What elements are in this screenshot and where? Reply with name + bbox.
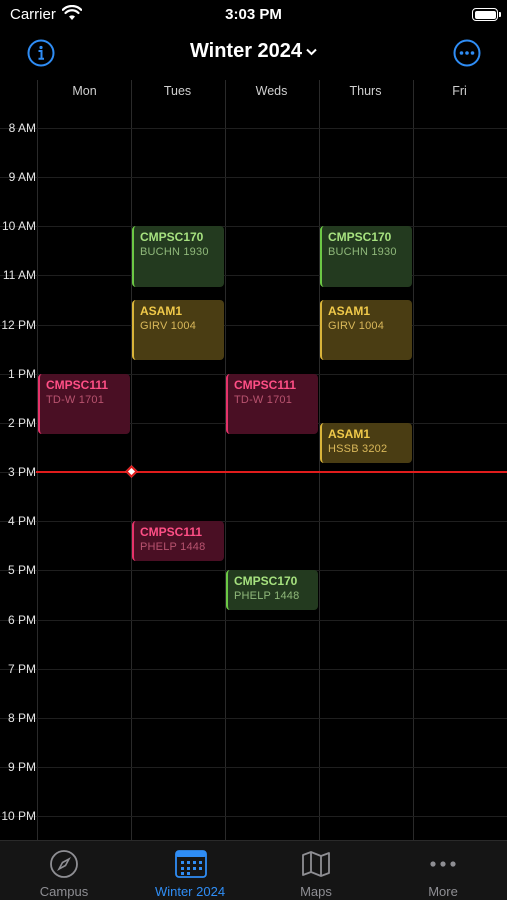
hour-line [0, 619, 507, 621]
hour-label: 2 PM [7, 415, 36, 430]
tab-label: More [428, 884, 458, 899]
schedule-grid[interactable]: 8 AM 9 AM 10 AM 11 AM 12 PM 1 PM 2 PM 3 PM 4 PM 5… [0, 80, 507, 840]
hour-label: 9 AM [8, 170, 36, 185]
status-bar: Carrier 3:03 PM [0, 0, 507, 30]
hour-label: 6 PM [7, 612, 36, 627]
hour-label: 8 PM [7, 710, 36, 725]
day-label: Thurs [349, 84, 382, 98]
column-divider [37, 80, 38, 840]
hour-line [0, 275, 507, 277]
term-selector[interactable]: Winter 2024 [0, 40, 507, 63]
day-label: Mon [72, 84, 97, 98]
ellipsis-icon [430, 861, 456, 867]
event-location: PHELP 1448 [234, 590, 300, 603]
event-title: ASAM1 [140, 304, 183, 319]
page-title: Winter 2024 [189, 40, 303, 62]
hour-label: 7 PM [7, 661, 36, 676]
chevron-down-icon [306, 48, 317, 56]
event-title: CMPSC111 [140, 525, 203, 540]
tab-campus[interactable]: Campus [1, 841, 127, 900]
event-title: ASAM1 [328, 426, 371, 441]
day-label: Fri [452, 84, 467, 98]
hour-line [0, 128, 507, 129]
class-event[interactable]: CMPSC170 BUCHN 1930 [132, 226, 224, 287]
event-location: HSSB 3202 [328, 442, 388, 455]
hour-label: 10 PM [1, 809, 36, 824]
event-title: CMPSC170 [234, 574, 298, 589]
calendar-icon [175, 850, 207, 878]
clock: 3:03 PM [225, 6, 282, 23]
current-time-marker [125, 465, 138, 478]
class-event[interactable]: CMPSC111 TD-W 1701 [226, 373, 318, 435]
map-icon [302, 851, 330, 877]
hour-label: 11 AM [2, 268, 36, 283]
class-event[interactable]: CMPSC111 PHELP 1448 [132, 521, 224, 562]
class-event[interactable]: ASAM1 HSSB 3202 [320, 422, 412, 463]
event-title: CMPSC170 [140, 230, 204, 245]
tab-schedule[interactable]: Winter 2024 [127, 841, 253, 900]
event-title: ASAM1 [328, 304, 371, 319]
hour-line [0, 766, 507, 768]
hour-label: 10 AM [1, 219, 36, 234]
tab-label: Winter 2024 [154, 884, 226, 899]
tab-label: Campus [39, 884, 89, 899]
compass-icon [50, 850, 78, 878]
event-location: TD-W 1701 [234, 393, 293, 406]
column-divider [131, 80, 132, 840]
hour-line [0, 226, 507, 228]
ellipsis-circle-icon[interactable] [453, 39, 481, 67]
day-label: Weds [255, 84, 288, 98]
hour-line [0, 717, 507, 719]
class-event[interactable]: CMPSC170 PHELP 1448 [226, 570, 318, 611]
hour-line [0, 177, 507, 179]
column-divider [413, 80, 414, 840]
battery-icon [472, 8, 501, 21]
event-location: TD-W 1701 [46, 393, 105, 406]
hour-line [0, 521, 507, 523]
navigation-bar: Winter 2024 [0, 30, 507, 76]
current-time-line [36, 471, 507, 473]
day-header: Mon Tues Weds Thurs Fri [0, 80, 507, 102]
class-event[interactable]: ASAM1 GIRV 1004 [132, 300, 224, 361]
tab-label: Maps [300, 884, 332, 899]
event-title: CMPSC111 [46, 377, 109, 392]
tab-bar: Campus Winter 2024 Maps More [0, 840, 507, 900]
event-location: PHELP 1448 [140, 541, 206, 554]
hour-label: 1 PM [7, 366, 36, 381]
hour-label: 5 PM [7, 563, 36, 578]
column-divider [225, 80, 226, 840]
class-event[interactable]: CMPSC170 BUCHN 1930 [320, 226, 412, 287]
class-event[interactable]: CMPSC111 TD-W 1701 [38, 373, 130, 435]
tab-maps[interactable]: Maps [253, 841, 379, 900]
hour-label: 12 PM [1, 317, 36, 332]
event-title: CMPSC170 [328, 230, 392, 245]
class-event[interactable]: ASAM1 GIRV 1004 [320, 300, 412, 361]
event-location: BUCHN 1930 [328, 246, 397, 259]
hour-label: 8 AM [8, 121, 36, 135]
tab-more[interactable]: More [380, 841, 506, 900]
hour-line [0, 816, 507, 818]
event-title: CMPSC111 [234, 377, 297, 392]
day-label: Tues [163, 84, 192, 98]
hour-line [0, 668, 507, 670]
hour-label: 3 PM [7, 465, 36, 480]
event-location: BUCHN 1930 [140, 246, 209, 259]
event-location: GIRV 1004 [328, 320, 385, 333]
event-location: GIRV 1004 [140, 320, 197, 333]
hour-label: 9 PM [7, 759, 36, 774]
hour-line [0, 324, 507, 326]
hour-label: 4 PM [7, 514, 36, 529]
